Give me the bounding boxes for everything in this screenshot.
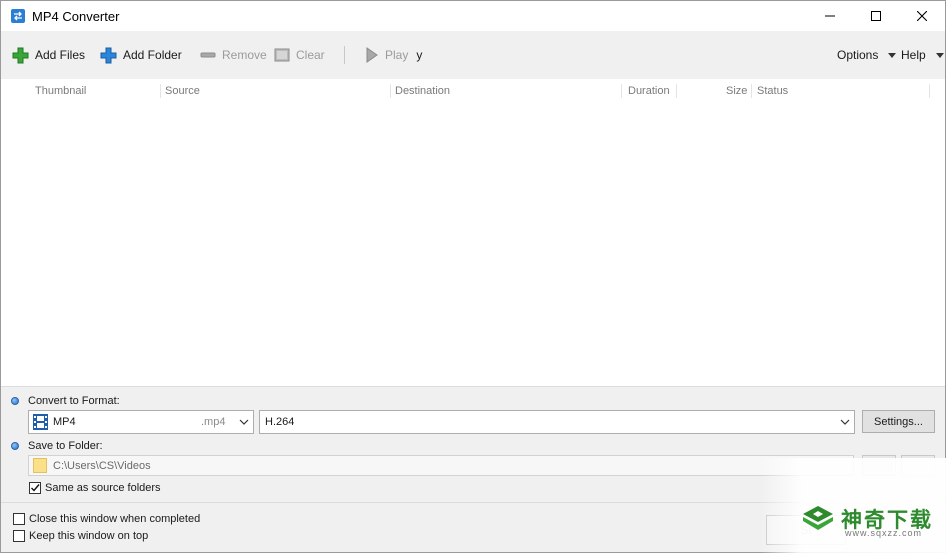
close-when-completed-label: Close this window when completed (29, 513, 201, 525)
same-as-source-label: Same as source folders (45, 482, 161, 494)
save-folder-field[interactable]: C:\Users\CS\Videos (28, 455, 854, 476)
convert-format-label: Convert to Format: (28, 395, 120, 407)
column-header-size[interactable]: Size (726, 85, 747, 97)
add-folder-label: Add Folder (123, 48, 182, 62)
codec-value: H.264 (265, 416, 295, 428)
help-label: Help (901, 48, 926, 62)
column-header-source[interactable]: Source (165, 85, 200, 97)
column-header-duration[interactable]: Duration (628, 85, 670, 97)
column-divider (929, 84, 930, 98)
minimize-button[interactable] (807, 1, 853, 31)
column-divider (676, 84, 677, 98)
clear-button[interactable]: Clear (274, 45, 325, 65)
keep-on-top-label: Keep this window on top (29, 530, 149, 542)
toolbar: Add Files Add Folder Remove Clear Play y… (1, 31, 945, 79)
bullet-icon (11, 397, 19, 405)
same-as-source-checkbox[interactable] (29, 482, 41, 494)
film-icon (33, 414, 48, 430)
settings-button[interactable]: Settings... (862, 410, 935, 433)
options-label: Options (837, 48, 879, 62)
add-folder-button[interactable]: Add Folder (100, 45, 182, 65)
clear-label: Clear (296, 48, 325, 62)
format-value: MP4 (53, 416, 76, 428)
maximize-button[interactable] (853, 1, 899, 31)
checkmark-icon (31, 484, 40, 492)
close-when-completed-checkbox[interactable] (13, 513, 25, 525)
column-header-thumbnail[interactable]: Thumbnail (35, 85, 86, 97)
play-suffix: y (416, 48, 423, 62)
chevron-down-icon (888, 52, 897, 58)
window-title: MP4 Converter (32, 9, 120, 24)
save-folder-label: Save to Folder: (28, 440, 103, 452)
bullet-icon (11, 442, 19, 450)
minus-icon (200, 52, 216, 58)
help-menu[interactable]: Help (901, 45, 944, 65)
chevron-down-icon (840, 419, 850, 425)
column-divider (160, 84, 161, 98)
remove-button[interactable]: Remove (200, 45, 267, 65)
remove-label: Remove (222, 48, 267, 62)
app-icon (11, 9, 25, 23)
close-button[interactable] (899, 1, 945, 31)
column-divider (390, 84, 391, 98)
clear-icon (274, 48, 290, 62)
column-divider (621, 84, 622, 98)
format-extension: .mp4 (201, 416, 226, 428)
add-blue-icon (100, 47, 117, 63)
save-folder-path: C:\Users\CS\Videos (53, 459, 151, 472)
column-header-status[interactable]: Status (757, 85, 788, 97)
add-files-label: Add Files (35, 48, 86, 62)
chevron-down-icon (239, 419, 249, 425)
play-label: Play (385, 48, 409, 62)
folder-icon (33, 458, 47, 473)
watermark-url: www.sqxzz.com (845, 528, 923, 538)
column-header-destination[interactable]: Destination (395, 85, 450, 97)
column-divider (751, 84, 752, 98)
play-icon (366, 47, 378, 63)
codec-select[interactable]: H.264 (259, 410, 855, 434)
chevron-down-icon (935, 52, 944, 58)
add-green-icon (12, 47, 29, 63)
file-list[interactable]: Thumbnail Source Destination Duration Si… (1, 79, 945, 386)
keep-on-top-checkbox[interactable] (13, 530, 25, 542)
play-button[interactable]: Play y (365, 45, 422, 65)
add-files-button[interactable]: Add Files (12, 45, 85, 65)
watermark-logo-icon (803, 506, 833, 530)
title-bar: MP4 Converter (1, 1, 945, 31)
options-menu[interactable]: Options (837, 45, 897, 65)
toolbar-separator (344, 46, 345, 64)
format-select[interactable]: MP4 .mp4 (28, 410, 254, 434)
